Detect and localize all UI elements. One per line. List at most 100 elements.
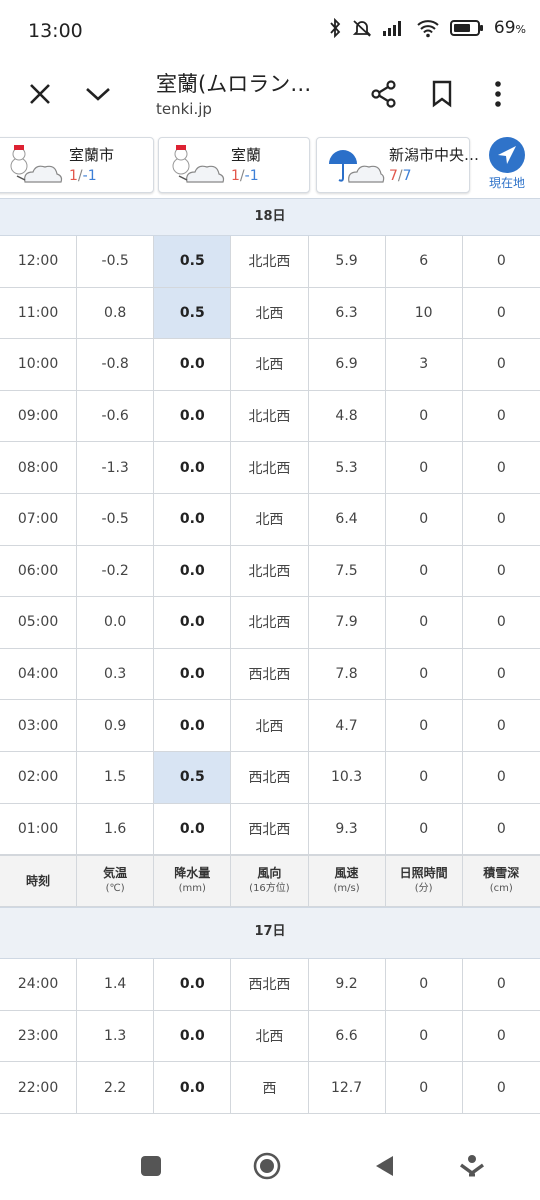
temperature-cell: -0.6 <box>77 390 155 442</box>
sunshine-cell: 0 <box>386 442 463 493</box>
column-header-unit: (分) <box>414 883 433 895</box>
back-triangle-icon <box>376 1156 393 1176</box>
location-card[interactable]: 室蘭 1/-1 <box>158 137 310 193</box>
column-header-unit: (m/s) <box>333 883 360 895</box>
more-vertical-icon <box>495 81 501 107</box>
temperature-cell: 1.5 <box>77 751 155 803</box>
time-cell: 03:00 <box>0 700 78 751</box>
location-card[interactable]: 室蘭市 1/-1 <box>0 137 154 193</box>
home-button[interactable] <box>253 1152 281 1180</box>
location-name: 室蘭 <box>231 146 262 164</box>
page-url: tenki.jp <box>156 100 212 118</box>
precipitation-cell: 0.0 <box>154 442 232 493</box>
sunshine-cell: 0 <box>386 597 463 648</box>
snow-depth-cell: 0 <box>496 304 506 321</box>
chevron-down-icon <box>86 88 110 101</box>
column-header: 風向 (16方位) <box>231 856 309 907</box>
temperature-cell: 0.3 <box>77 648 155 700</box>
bookmark-button[interactable] <box>424 76 460 112</box>
table-row: 10:00 -0.8 0.0 北西 6.9 3 0 <box>0 339 540 391</box>
precipitation-cell: 0.0 <box>154 803 232 855</box>
wind-direction-cell: 北西 <box>231 339 309 390</box>
sunshine-cell: 6 <box>386 236 463 287</box>
current-location-button[interactable]: 現在地 <box>478 130 540 198</box>
wind-speed-cell: 7.8 <box>309 648 386 700</box>
time-cell: 12:00 <box>0 236 78 287</box>
table-row: 02:00 1.5 0.5 西北西 10.3 0 0 <box>0 751 540 804</box>
wind-speed-cell: 9.3 <box>309 803 386 855</box>
precipitation-cell: 0.0 <box>154 545 232 597</box>
bookmark-icon <box>432 80 452 108</box>
wind-speed-cell: 5.3 <box>309 442 386 493</box>
bell-muted-icon <box>352 20 372 37</box>
snow-depth-cell: 0 <box>496 562 506 579</box>
status-icons: 69% <box>328 18 526 38</box>
snow-depth-cell: 0 <box>496 820 506 837</box>
wind-direction-cell: 北北西 <box>231 236 309 287</box>
recents-button[interactable] <box>137 1152 165 1180</box>
close-icon <box>30 84 50 104</box>
back-button[interactable] <box>370 1152 398 1180</box>
day-header: 17日 <box>0 907 540 960</box>
snow-depth-cell: 0 <box>496 356 506 373</box>
umbrella-rain-icon <box>329 150 385 183</box>
collapse-button[interactable] <box>80 76 116 112</box>
home-circle-icon <box>253 1152 281 1180</box>
wind-speed-cell: 9.2 <box>309 959 386 1010</box>
temperature-cell: 0.0 <box>77 597 155 648</box>
time-cell: 23:00 <box>0 1010 78 1062</box>
time-cell: 02:00 <box>0 751 78 803</box>
browser-toolbar: 室蘭(ムロラン… tenki.jp <box>0 62 540 130</box>
wind-speed-cell: 7.9 <box>309 597 386 648</box>
status-bar: 13:00 69% <box>0 0 540 62</box>
wind-direction-cell: 北北西 <box>231 545 309 597</box>
temperature-cell: -0.5 <box>77 236 155 287</box>
location-cards: 室蘭市 1/-1 室蘭 1/-1 新潟市中央… 7/7 現在地 <box>0 130 540 198</box>
temperature-cell: 0.8 <box>77 287 155 339</box>
share-button[interactable] <box>366 76 402 112</box>
table-row: 07:00 -0.5 0.0 北西 6.4 0 0 <box>0 493 540 546</box>
column-header-unit: (cm) <box>489 883 513 895</box>
assistant-button[interactable] <box>458 1152 486 1180</box>
close-button[interactable] <box>22 76 58 112</box>
snow-depth-cell: 0 <box>496 1028 506 1045</box>
wind-speed-cell: 6.9 <box>309 339 386 390</box>
table-row: 09:00 -0.6 0.0 北北西 4.8 0 0 <box>0 390 540 443</box>
time-cell: 09:00 <box>0 390 78 442</box>
time-cell: 22:00 <box>0 1062 78 1113</box>
square-icon <box>141 1156 161 1176</box>
column-header: 時刻 <box>0 856 78 907</box>
wind-speed-cell: 4.8 <box>309 390 386 442</box>
day-header: 18日 <box>0 198 540 236</box>
time-cell: 10:00 <box>0 339 78 390</box>
snowman-cloud-icon <box>10 145 63 183</box>
precipitation-cell: 0.0 <box>154 959 232 1010</box>
time-cell: 04:00 <box>0 648 78 700</box>
snow-depth-cell: 0 <box>496 769 506 786</box>
wind-direction-cell: 西北西 <box>231 803 309 855</box>
wifi-icon <box>417 20 439 38</box>
temperature-cell: -0.8 <box>77 339 155 390</box>
snow-depth-cell: 0 <box>496 614 506 631</box>
wind-direction-cell: 西北西 <box>231 648 309 700</box>
table-row: 11:00 0.8 0.5 北西 6.3 10 0 <box>0 287 540 340</box>
temperature-cell: -0.5 <box>77 493 155 545</box>
snow-depth-cell: 0 <box>496 976 506 993</box>
time-cell: 05:00 <box>0 597 78 648</box>
snow-depth-cell: 0 <box>496 511 506 528</box>
weather-table: 18日 12:00 -0.5 0.5 北北西 5.9 6 0 11:00 0.8 0.5 北西 6.3… <box>0 198 540 1114</box>
table-row: 22:00 2.2 0.0 西 12.7 0 0 <box>0 1062 540 1114</box>
location-card[interactable]: 新潟市中央… 7/7 <box>316 137 479 193</box>
signal-icon <box>382 21 401 36</box>
column-header: 気温 (℃) <box>77 856 155 907</box>
table-row: 08:00 -1.3 0.0 北北西 5.3 0 0 <box>0 442 540 494</box>
wind-speed-cell: 7.5 <box>309 545 386 597</box>
wind-direction-cell: 北西 <box>231 493 309 545</box>
column-header-label: 時刻 <box>26 874 51 889</box>
wind-speed-cell: 10.3 <box>309 751 386 803</box>
battery-percent: 69% <box>493 18 526 38</box>
column-header-unit: (16方位) <box>249 883 290 895</box>
snowman-cloud-icon <box>172 145 225 183</box>
more-options-button[interactable] <box>480 76 516 112</box>
snow-depth-cell: 0 <box>496 666 506 683</box>
